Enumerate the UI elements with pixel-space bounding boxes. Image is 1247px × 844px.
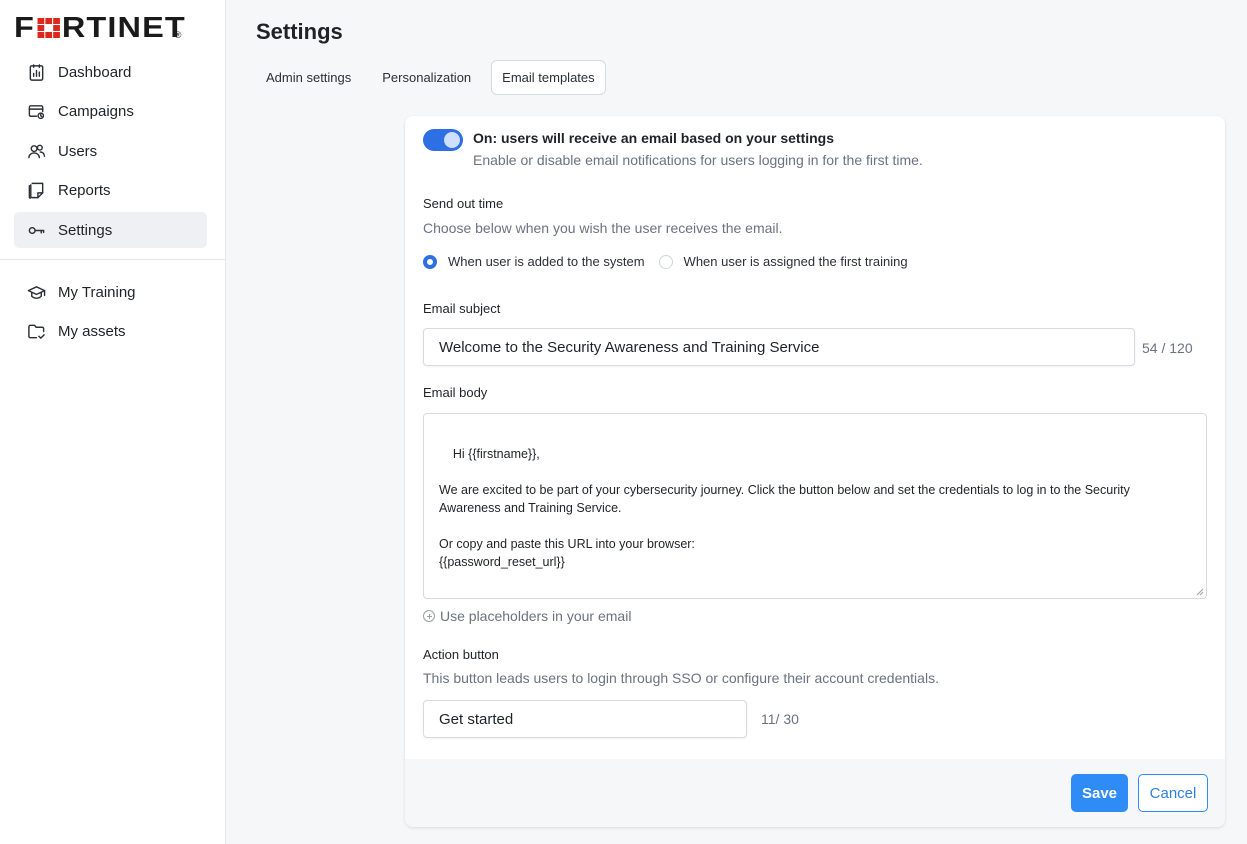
folder-check-icon — [26, 322, 46, 342]
sidebar-item-users[interactable]: Users — [14, 133, 207, 169]
action-button-label: Action button — [423, 647, 499, 662]
tab-admin-settings[interactable]: Admin settings — [256, 60, 361, 95]
sidebar-item-reports[interactable]: Reports — [14, 173, 207, 209]
email-subject-input[interactable]: Welcome to the Security Awareness and Tr… — [423, 328, 1135, 366]
toggle-knob — [444, 132, 460, 148]
sidebar-item-label: Settings — [58, 221, 113, 239]
reports-icon — [26, 181, 46, 201]
sidebar-item-dashboard[interactable]: Dashboard — [14, 54, 207, 90]
email-body-label: Email body — [423, 385, 488, 400]
send-out-time-label: Send out time — [423, 196, 504, 211]
subject-char-counter: 54 / 120 — [1142, 340, 1193, 356]
toggle-title: On: users will receive an email based on… — [473, 130, 835, 146]
email-body-text: Hi {{firstname}}, We are excited to be p… — [439, 447, 1130, 569]
logo-letters-rtinet: RTINET — [61, 12, 186, 44]
email-body-textarea[interactable]: Hi {{firstname}}, We are excited to be p… — [423, 413, 1207, 599]
radio-label: When user is assigned the first training — [683, 254, 908, 269]
action-button-text-input[interactable]: Get started — [423, 700, 747, 738]
sidebar-item-label: Campaigns — [58, 103, 134, 120]
toggle-description: Enable or disable email notifications fo… — [473, 152, 923, 168]
radio-user-added[interactable]: When user is added to the system — [423, 254, 645, 269]
plus-circle-icon — [423, 610, 435, 622]
sidebar-item-label: My Training — [58, 283, 136, 301]
radio-indicator — [658, 254, 673, 269]
users-icon — [26, 141, 46, 161]
email-template-card: On: users will receive an email based on… — [405, 116, 1225, 827]
action-button-description: This button leads users to login through… — [423, 670, 939, 686]
sidebar-divider — [0, 259, 226, 260]
send-out-time-radio-group: When user is added to the system When us… — [423, 254, 922, 269]
key-icon — [26, 220, 46, 240]
sidebar-item-my-training[interactable]: My Training — [14, 274, 207, 310]
action-button-char-counter: 11/ 30 — [761, 711, 799, 727]
logo-letter-f: F — [14, 12, 35, 44]
secondary-nav: My Training My assets — [14, 274, 207, 353]
resize-handle-icon[interactable] — [1196, 588, 1204, 596]
use-placeholders-link[interactable]: Use placeholders in your email — [423, 608, 631, 624]
sidebar: F RTINET ® Dashboard Campaigns Users Rep… — [0, 0, 226, 844]
radio-indicator-checked — [423, 254, 437, 269]
sidebar-item-label: My assets — [58, 323, 126, 340]
use-placeholders-label: Use placeholders in your email — [440, 608, 632, 624]
tab-personalization[interactable]: Personalization — [372, 60, 481, 95]
registered-mark: ® — [174, 30, 182, 40]
sidebar-item-campaigns[interactable]: Campaigns — [14, 94, 207, 130]
save-button[interactable]: Save — [1071, 774, 1128, 812]
fortinet-logo[interactable]: F RTINET ® — [14, 14, 185, 43]
email-subject-label: Email subject — [423, 301, 501, 316]
radio-label: When user is added to the system — [448, 254, 645, 269]
campaigns-icon — [26, 102, 46, 122]
logo-o-icon — [37, 18, 60, 38]
radio-first-training[interactable]: When user is assigned the first training — [658, 254, 908, 269]
send-out-time-description: Choose below when you wish the user rece… — [423, 220, 783, 236]
sidebar-item-label: Dashboard — [58, 63, 132, 81]
sidebar-item-settings[interactable]: Settings — [14, 212, 207, 248]
sidebar-item-label: Reports — [58, 182, 111, 199]
page-title: Settings — [256, 19, 343, 44]
tab-email-templates[interactable]: Email templates — [491, 60, 606, 95]
dashboard-icon — [26, 62, 46, 82]
graduation-cap-icon — [26, 282, 46, 302]
email-notification-toggle[interactable] — [423, 129, 463, 151]
settings-tabs: Admin settings Personalization Email tem… — [256, 60, 617, 95]
sidebar-item-my-assets[interactable]: My assets — [14, 314, 207, 350]
primary-nav: Dashboard Campaigns Users Reports Settin… — [14, 54, 207, 252]
sidebar-item-label: Users — [58, 142, 98, 160]
cancel-button[interactable]: Cancel — [1138, 774, 1208, 812]
logo-wordmark: F RTINET — [14, 12, 186, 44]
